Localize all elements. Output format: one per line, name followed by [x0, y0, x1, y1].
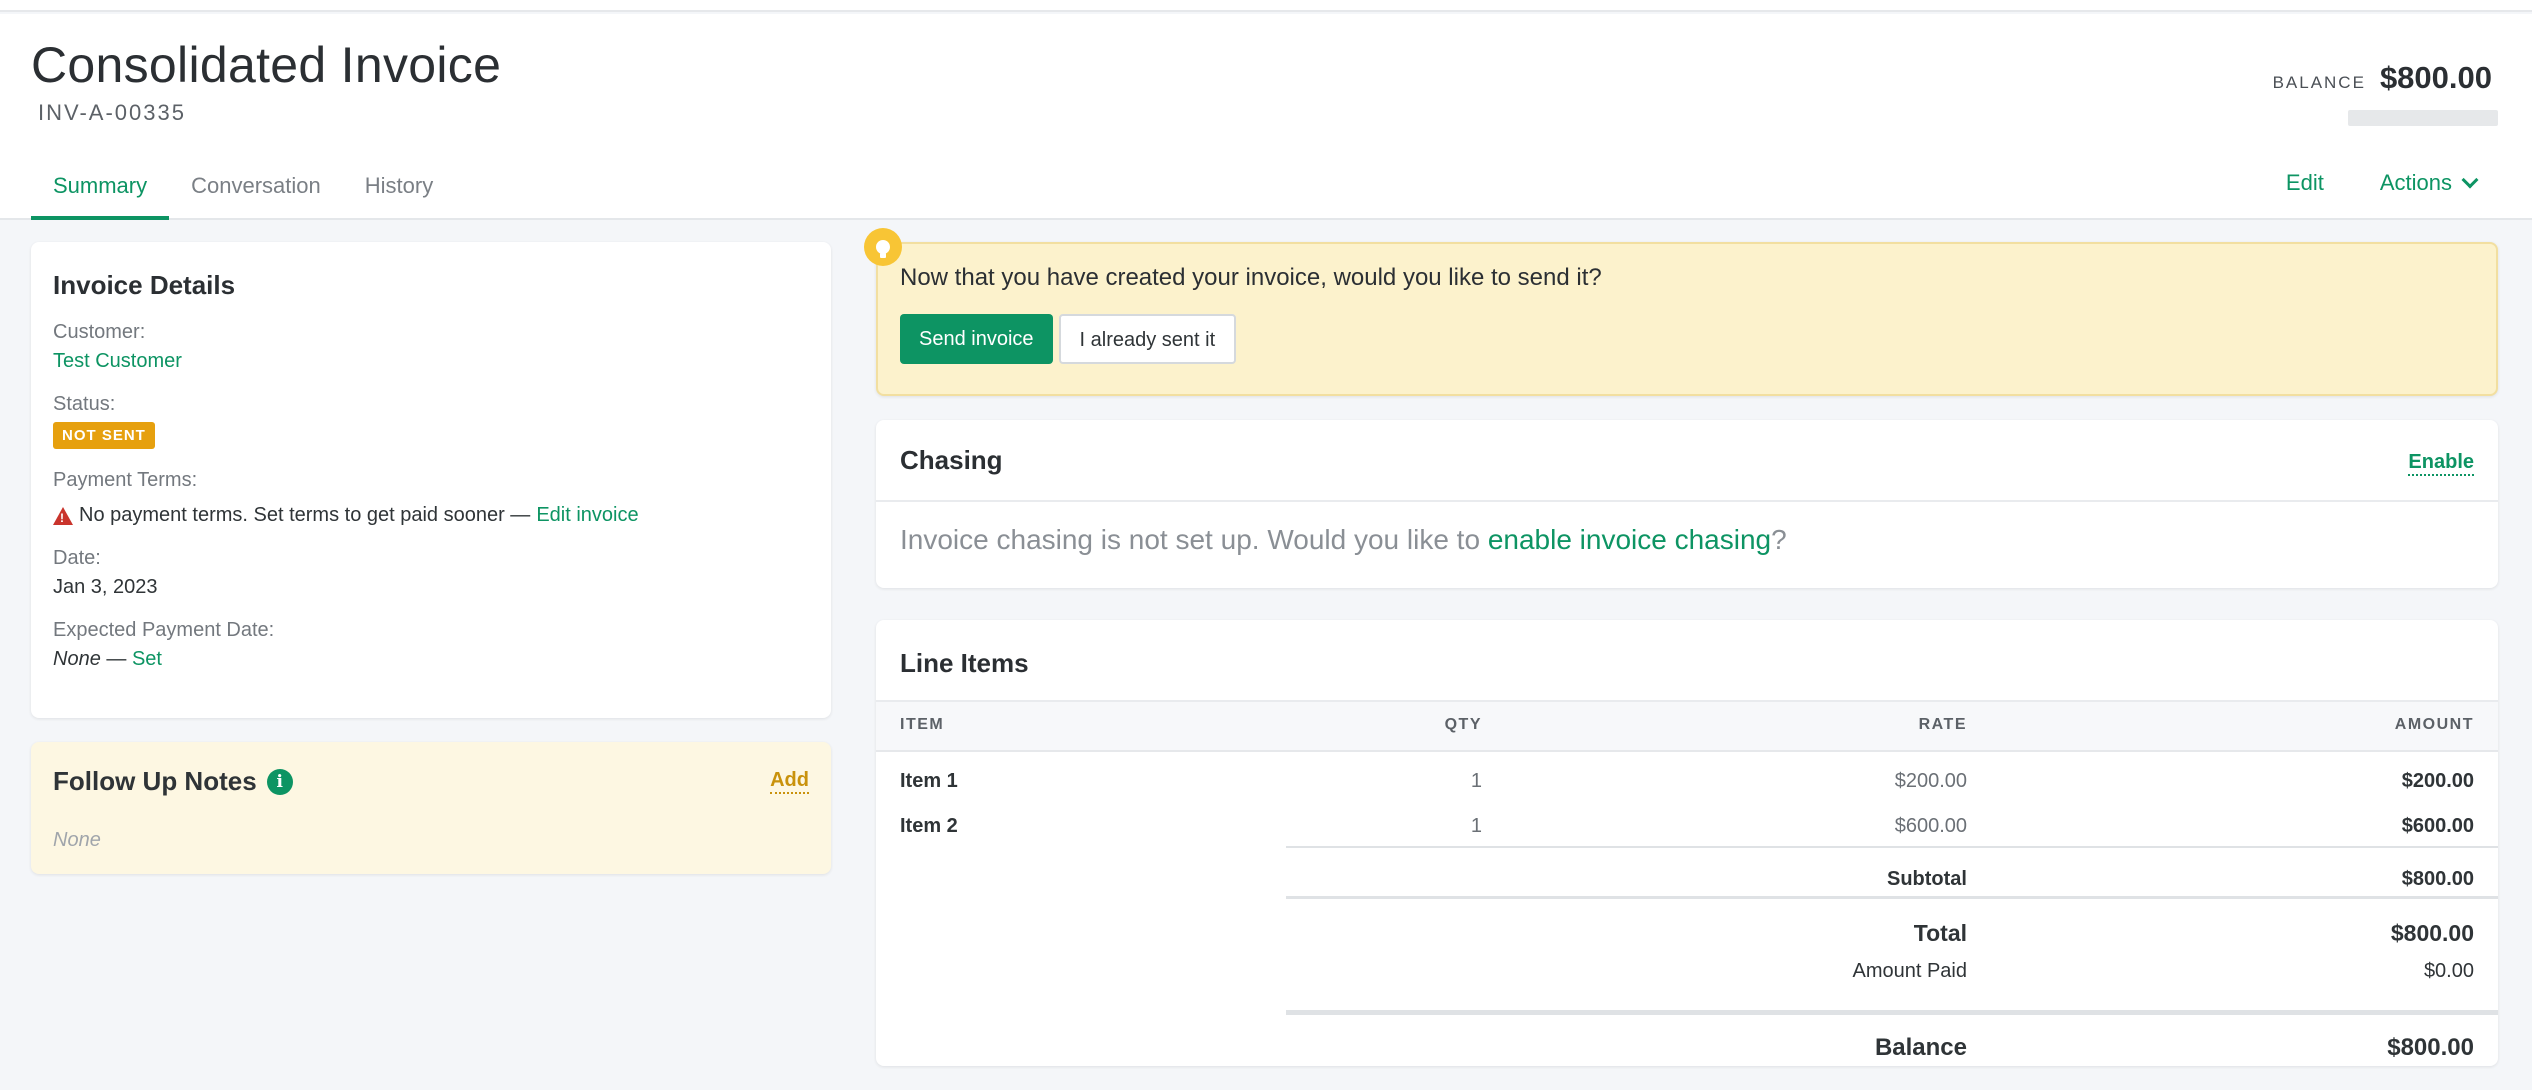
column-header-rate: RATE: [1918, 716, 1967, 733]
expected-payment-label: Expected Payment Date:: [53, 619, 275, 641]
payment-terms-label: Payment Terms:: [53, 469, 198, 491]
table-row: Item 2 1 $600.00 $600.00: [876, 803, 2498, 848]
expected-payment-row: None — Set: [53, 648, 809, 671]
already-sent-button[interactable]: I already sent it: [1058, 314, 1237, 364]
line-items-card: Line Items ITEM QTY RATE AMOUNT Item 1 1…: [876, 620, 2498, 1066]
date-label: Date:: [53, 547, 101, 569]
column-header-qty: QTY: [1444, 716, 1482, 733]
total-value: $800.00: [2390, 920, 2474, 946]
page-title: Consolidated Invoice: [31, 37, 502, 93]
invoice-details-title: Invoice Details: [53, 270, 236, 300]
amount-paid-value: $0.00: [2423, 960, 2474, 982]
row-amount: $600.00: [2401, 815, 2474, 837]
info-icon[interactable]: i: [266, 768, 293, 795]
invoice-number: INV-A-00335: [38, 100, 186, 125]
total-divider: [1286, 896, 2498, 899]
status-badge: NOT SENT: [53, 422, 155, 449]
subtotal-divider: [1286, 846, 2498, 848]
balance-row: Balance $800.00: [876, 1022, 2498, 1067]
notes-empty-text: None: [53, 829, 101, 851]
table-balance-label: Balance: [1874, 1034, 1967, 1061]
follow-up-notes-card: Follow Up Notes i Add None: [31, 742, 831, 874]
row-amount: $200.00: [2401, 770, 2474, 792]
actions-label: Actions: [2379, 170, 2452, 195]
chasing-message-suffix: ?: [1771, 524, 1787, 555]
status-label: Status:: [53, 393, 116, 415]
column-header-amount: AMOUNT: [2394, 716, 2474, 733]
header-balance: BALANCE $800.00: [2273, 60, 2492, 96]
row-qty: 1: [1470, 815, 1482, 837]
warning-icon: [53, 506, 73, 525]
tab-conversation[interactable]: Conversation: [169, 164, 343, 220]
row-item: Item 2: [900, 815, 958, 837]
header-actions: Edit Actions: [2286, 170, 2479, 196]
set-expected-date-link[interactable]: Set: [132, 648, 162, 670]
subtotal-row: Subtotal $800.00: [876, 856, 2498, 901]
top-bar: [0, 0, 2532, 12]
follow-up-notes-header: Follow Up Notes i: [53, 766, 293, 797]
send-invoice-prompt: Now that you have created your invoice, …: [864, 228, 2498, 396]
line-items-title: Line Items: [900, 648, 1029, 678]
send-invoice-button[interactable]: Send invoice: [900, 314, 1053, 364]
add-note-button[interactable]: Add: [770, 769, 809, 794]
expected-payment-separator: —: [100, 648, 132, 670]
enable-invoice-chasing-link[interactable]: enable invoice chasing: [1488, 524, 1771, 555]
prompt-text: Now that you have created your invoice, …: [900, 264, 1602, 291]
total-label: Total: [1913, 920, 1967, 946]
table-balance-value: $800.00: [2387, 1034, 2474, 1061]
customer-label: Customer:: [53, 321, 146, 343]
table-header: ITEM QTY RATE AMOUNT: [876, 702, 2498, 752]
amount-paid-label: Amount Paid: [1852, 960, 1967, 982]
subtotal-value: $800.00: [2401, 868, 2474, 890]
balance-label: BALANCE: [2272, 73, 2366, 92]
amount-paid-row: Amount Paid $0.00: [876, 948, 2498, 993]
follow-up-notes-title: Follow Up Notes: [53, 766, 257, 796]
subtotal-label: Subtotal: [1887, 868, 1967, 890]
tab-history[interactable]: History: [343, 164, 455, 220]
total-row: Total $800.00: [876, 908, 2498, 953]
date-value: Jan 3, 2023: [53, 576, 158, 598]
row-qty: 1: [1470, 770, 1482, 792]
line-items-table: ITEM QTY RATE AMOUNT Item 1 1 $200.00 $2…: [876, 702, 2498, 1061]
payment-terms-text: No payment terms. Set terms to get paid …: [79, 504, 531, 526]
row-rate: $600.00: [1894, 815, 1967, 837]
lightbulb-icon: [864, 228, 902, 266]
chevron-down-icon: [2461, 171, 2479, 189]
column-header-item: ITEM: [900, 716, 945, 733]
page-header: Consolidated Invoice INV-A-00335 BALANCE…: [0, 14, 2532, 220]
balance-progress-bar: [2348, 110, 2498, 126]
tab-bar: Summary Conversation History: [31, 164, 455, 220]
edit-button[interactable]: Edit: [2286, 170, 2324, 196]
tab-summary[interactable]: Summary: [31, 164, 170, 220]
balance-divider: [1286, 1010, 2498, 1015]
enable-chasing-button[interactable]: Enable: [2408, 451, 2474, 476]
chasing-title: Chasing: [900, 444, 1003, 475]
customer-link[interactable]: Test Customer: [53, 350, 182, 372]
row-item: Item 1: [900, 770, 958, 792]
balance-value: $800.00: [2379, 60, 2492, 95]
edit-invoice-link[interactable]: Edit invoice: [536, 504, 638, 527]
row-rate: $200.00: [1894, 770, 1967, 792]
expected-payment-value: None: [53, 648, 101, 670]
payment-terms-warning: No payment terms. Set terms to get paid …: [53, 504, 809, 527]
chasing-message-text: Invoice chasing is not set up. Would you…: [900, 524, 1488, 555]
chasing-message: Invoice chasing is not set up. Would you…: [876, 502, 2498, 578]
actions-dropdown[interactable]: Actions: [2379, 170, 2479, 196]
table-row: Item 1 1 $200.00 $200.00: [876, 758, 2498, 803]
invoice-details-card: Invoice Details Customer: Test Customer …: [31, 242, 831, 718]
chasing-card: Chasing Enable Invoice chasing is not se…: [876, 420, 2498, 588]
